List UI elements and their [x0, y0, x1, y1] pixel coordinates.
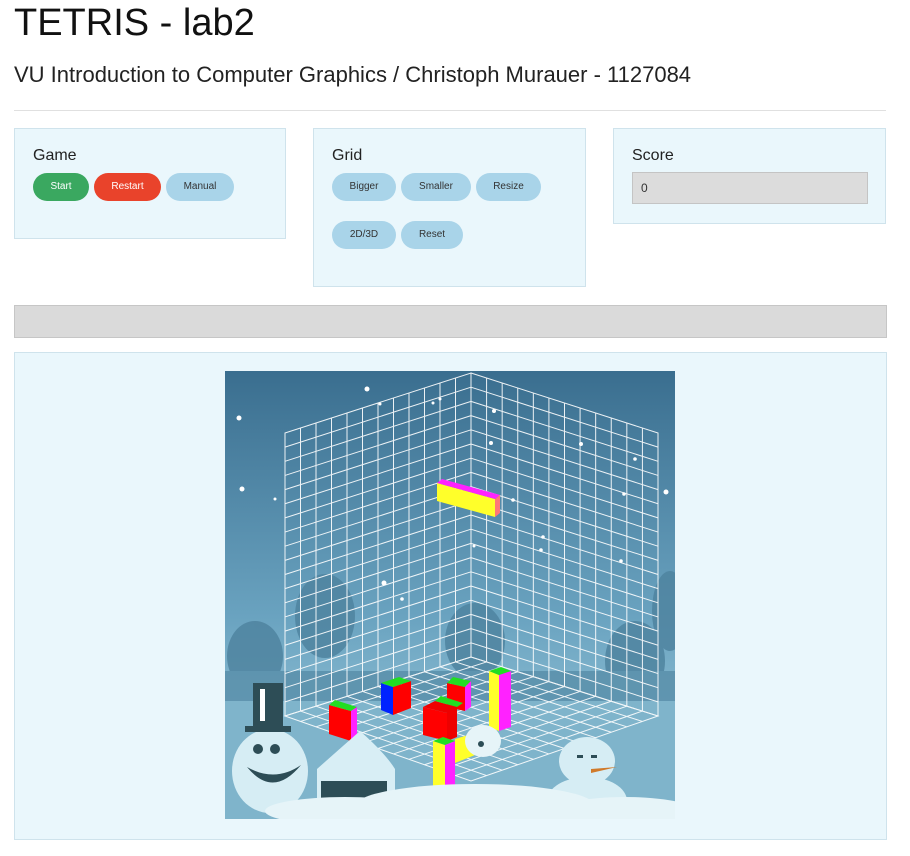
bigger-button[interactable]: Bigger	[332, 173, 396, 201]
resize-button[interactable]: Resize	[476, 173, 541, 201]
grid-panel-title: Grid	[332, 147, 363, 164]
reset-button[interactable]: Reset	[401, 221, 463, 249]
progress-bar	[14, 305, 887, 338]
game-panel-title: Game	[33, 147, 77, 164]
smaller-button[interactable]: Smaller	[401, 173, 471, 201]
manual-button[interactable]: Manual	[166, 173, 234, 201]
snowball-eye	[478, 741, 484, 747]
score-field: 0	[632, 172, 868, 204]
divider	[14, 110, 886, 111]
game-canvas[interactable]	[225, 371, 675, 819]
start-button[interactable]: Start	[33, 173, 89, 201]
grid-panel: Grid Bigger Smaller Resize 2D/3D Reset	[313, 128, 586, 287]
score-panel-title: Score	[632, 147, 674, 164]
restart-button[interactable]: Restart	[94, 173, 161, 201]
game-canvas-panel	[14, 352, 887, 840]
toggle-3d-button[interactable]: 2D/3D	[332, 221, 396, 249]
page-subtitle: VU Introduction to Computer Graphics / C…	[14, 62, 692, 87]
page-title: TETRIS - lab2	[14, 2, 255, 44]
score-panel: Score 0	[613, 128, 886, 224]
game-panel: Game Start Restart Manual	[14, 128, 286, 239]
